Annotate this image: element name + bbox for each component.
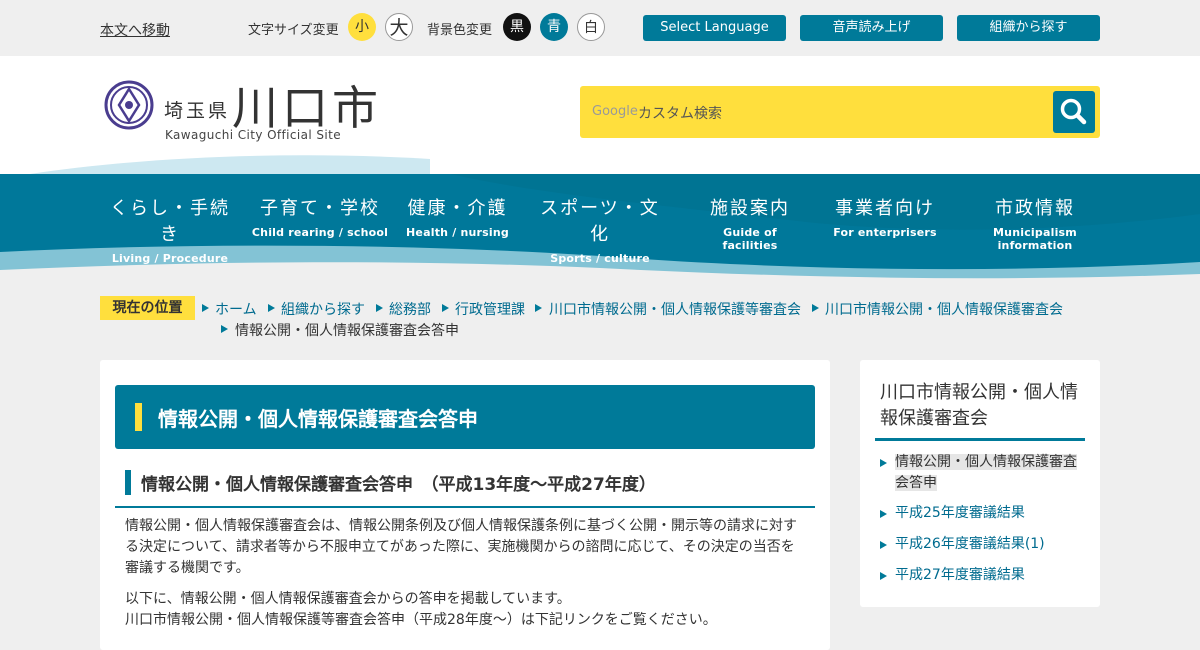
nav-health-en: Health / nursing [406,226,509,239]
font-small-button[interactable]: 小 [348,13,376,41]
nav-enterprisers-jp: 事業者向け [835,198,935,219]
bg-black-button[interactable]: 黒 [503,13,531,41]
breadcrumb-admin-division[interactable]: 行政管理課 [455,299,525,319]
skip-to-content-link[interactable]: 本文へ移動 [100,20,170,40]
font-size-label: 文字サイズ変更 [248,23,339,38]
search-by-org-button[interactable]: 組織から探す [957,15,1100,41]
nav-enterprisers[interactable]: 事業者向け For enterprisers [830,194,940,239]
breadcrumb-search-by-org[interactable]: 組織から探す [281,299,365,319]
breadcrumb-general-affairs[interactable]: 総務部 [389,299,431,319]
nav-health-jp: 健康・介護 [407,198,508,219]
nav-sports-jp: スポーツ・文化 [540,198,660,245]
intro-paragraph: 情報公開・個人情報保護審査会は、情報公開条例及び個人情報保護条例に基づく公開・開… [125,518,797,576]
city-seal-icon[interactable] [104,80,154,134]
breadcrumb-current: 情報公開・個人情報保護審査会答申 [235,323,459,339]
nav-municipal-info[interactable]: 市政情報 Municipalism information [965,194,1105,252]
section-heading: 情報公開・個人情報保護審査会答申 （平成13年度～平成27年度） [115,468,815,508]
breadcrumb-home[interactable]: ホーム [215,299,257,319]
nav-enterprisers-en: For enterprisers [833,226,937,239]
nav-sports[interactable]: スポーツ・文化 Sports / culture [535,194,665,265]
breadcrumb-arrow-icon [221,325,228,333]
global-nav: くらし・手続き Living / Procedure 子育て・学校 Child … [0,174,1200,284]
search-input[interactable] [590,98,1040,126]
side-item-h26[interactable]: 平成26年度審議結果(1) [895,534,1085,555]
side-nav-divider [875,438,1085,441]
nav-living-en: Living / Procedure [111,252,229,265]
utility-bar: 本文へ移動 文字サイズ変更 小 大 背景色変更 黒 青 白 Select Lan… [0,0,1200,56]
side-arrow-icon [880,459,887,467]
nav-living[interactable]: くらし・手続き Living / Procedure [105,194,235,265]
breadcrumb-arrow-icon [812,304,819,312]
nav-child-rearing-jp: 子育て・学校 [260,198,380,219]
side-item-current: 情報公開・個人情報保護審査会答申 [895,452,1085,494]
side-item-current-label: 情報公開・個人情報保護審査会答申 [895,454,1077,491]
bg-color-label: 背景色変更 [427,23,493,38]
read-aloud-button[interactable]: 音声読み上げ [800,15,943,41]
bg-white-button[interactable]: 白 [577,13,605,41]
bg-blue-button[interactable]: 青 [540,13,568,41]
side-nav-title[interactable]: 川口市情報公開・個人情報保護審査会 [880,380,1085,432]
breadcrumb-review-board-etc[interactable]: 川口市情報公開・個人情報保護等審査会 [549,299,801,319]
answers-paragraph-line2: 川口市情報公開・個人情報保護等審査会答申（平成28年度～）は下記リンクをご覧くだ… [125,612,717,628]
breadcrumb-arrow-icon [376,304,383,312]
nav-facilities-en: Guide of facilities [722,226,778,252]
breadcrumb-label: 現在の位置 [100,296,195,320]
nav-municipal-info-jp: 市政情報 [995,198,1075,219]
page-title: 情報公開・個人情報保護審査会答申 [158,407,478,431]
nav-facilities[interactable]: 施設案内 Guide of facilities [695,194,805,252]
site-header: 埼玉県 川口市 Kawaguchi City Official Site Goo… [0,56,1200,174]
section-heading-text: 情報公開・個人情報保護審査会答申 （平成13年度～平成27年度） [141,475,656,495]
search-icon [1060,98,1087,125]
font-large-button[interactable]: 大 [385,13,413,41]
side-arrow-icon [880,541,887,549]
breadcrumb-arrow-icon [535,304,542,312]
side-arrow-icon [880,572,887,580]
nav-child-rearing-en: Child rearing / school [251,226,389,239]
section-heading-bar [125,470,131,495]
nav-sports-en: Sports / culture [550,252,650,265]
search-button[interactable] [1053,91,1095,133]
breadcrumb-review-board[interactable]: 川口市情報公開・個人情報保護審査会 [825,299,1063,319]
side-item-h27[interactable]: 平成27年度審議結果 [895,565,1085,586]
logo-subtitle: Kawaguchi City Official Site [165,128,341,142]
side-item-h25[interactable]: 平成25年度審議結果 [895,503,1085,524]
nav-health[interactable]: 健康・介護 Health / nursing [405,194,510,239]
select-language-button[interactable]: Select Language [643,15,786,41]
side-arrow-icon [880,510,887,518]
page-title-box: 情報公開・個人情報保護審査会答申 [115,385,815,449]
nav-facilities-jp: 施設案内 [710,198,790,219]
nav-living-jp: くらし・手続き [110,198,230,245]
title-accent-bar [135,403,142,431]
search-box: Google カスタム検索 [580,86,1100,138]
breadcrumb-arrow-icon [442,304,449,312]
breadcrumb-arrow-icon [202,304,209,312]
answers-paragraph-line1: 以下に、情報公開・個人情報保護審査会からの答申を掲載しています。 [125,591,571,607]
nav-child-rearing[interactable]: 子育て・学校 Child rearing / school [250,194,390,239]
nav-municipal-info-en: Municipalism information [993,226,1077,252]
breadcrumb-arrow-icon [268,304,275,312]
main-content: 情報公開・個人情報保護審査会答申 情報公開・個人情報保護審査会答申 （平成13年… [100,360,830,650]
side-nav: 川口市情報公開・個人情報保護審査会 情報公開・個人情報保護審査会答申 平成25年… [860,360,1100,607]
logo-prefecture: 埼玉県 [164,100,231,122]
